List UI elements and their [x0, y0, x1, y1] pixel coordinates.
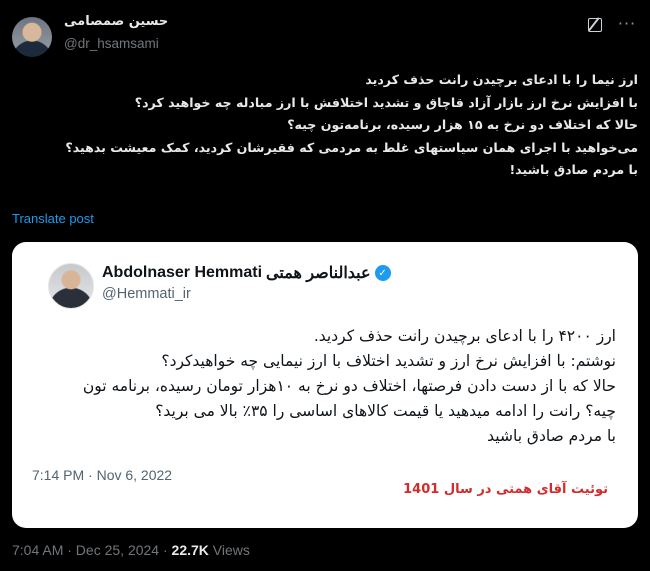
- quote-line: حالا که با از دست دادن فرصتها، اختلاف دو…: [82, 377, 616, 395]
- author-handle[interactable]: @dr_hsamsami: [64, 36, 159, 51]
- tweet-text: ارز نیما را با ادعای برچیدن رانت حذف کرد…: [18, 69, 638, 182]
- tweet-line: می‌خواهید با اجرای همان سیاستهای غلط به …: [65, 139, 638, 155]
- tweet-line: با مردم صادق باشید!: [509, 162, 638, 177]
- quote-line: با مردم صادق باشید: [487, 427, 616, 445]
- tweet-line: ارز نیما را با ادعای برچیدن رانت حذف کرد…: [365, 72, 638, 87]
- tweet-line: با افزایش نرخ ارز بازار آزاد قاچاق و تشد…: [134, 94, 638, 110]
- author-name[interactable]: حسین صمصامی: [64, 14, 168, 29]
- quote-line: نوشتم: با افزایش نرخ ارز و تشدید اختلاف …: [161, 352, 616, 370]
- quote-author-name-row: Abdolnaser Hemmati عبدالناصر همتی ✓: [102, 263, 391, 283]
- quote-line: ارز ۴۲۰۰ را با ادعای برچیدن رانت حذف کرد…: [313, 327, 616, 345]
- author-avatar[interactable]: [12, 17, 52, 57]
- quote-author-handle[interactable]: @Hemmati_ir: [102, 286, 191, 302]
- post-meta: 7:04 AM · Dec 25, 2024 · 22.7K Views: [12, 542, 250, 558]
- quote-caption: توئیت آقای همتی در سال 1401: [403, 482, 608, 497]
- quote-timestamp[interactable]: 7:14 PM · Nov 6, 2022: [32, 467, 172, 483]
- quote-text: ارز ۴۲۰۰ را با ادعای برچیدن رانت حذف کرد…: [36, 324, 616, 449]
- more-options-icon[interactable]: ···: [616, 12, 638, 34]
- quote-line: چیه؟ رانت را ادامه میدهید یا قیمت کالاها…: [155, 402, 616, 420]
- grok-button[interactable]: [586, 16, 604, 34]
- verified-badge-icon: ✓: [374, 265, 391, 281]
- views-label: Views: [208, 542, 250, 558]
- translate-post-link[interactable]: Translate post: [12, 211, 94, 226]
- quote-author-avatar[interactable]: [48, 263, 94, 309]
- grok-icon: [588, 18, 602, 32]
- post-timestamp[interactable]: 7:04 AM · Dec 25, 2024 ·: [12, 542, 172, 558]
- quote-author-name-latin[interactable]: Abdolnaser Hemmati: [102, 264, 262, 282]
- quote-author-name-persian[interactable]: عبدالناصر همتی: [266, 263, 371, 283]
- quoted-tweet-card[interactable]: Abdolnaser Hemmati عبدالناصر همتی ✓ @Hem…: [12, 242, 638, 528]
- tweet-line: حالا که اختلاف دو نرخ به ۱۵ هزار رسیده، …: [287, 117, 638, 132]
- views-count: 22.7K: [171, 542, 209, 558]
